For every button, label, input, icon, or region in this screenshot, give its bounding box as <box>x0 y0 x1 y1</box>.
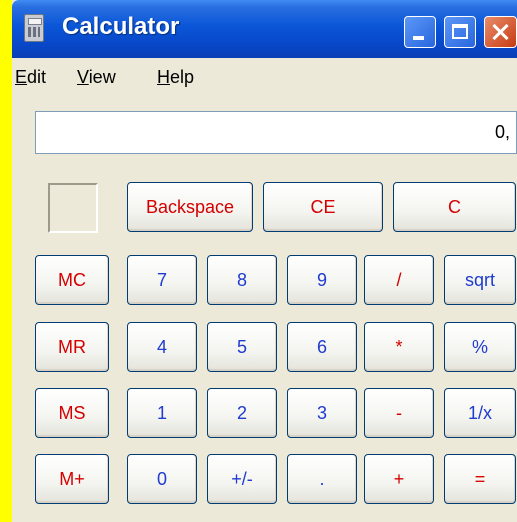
sign-label: +/- <box>231 469 253 489</box>
m-plus-button[interactable]: M+ <box>35 454 109 504</box>
backspace-label: Backspace <box>145 197 235 217</box>
digit-1-button[interactable]: 1 <box>127 388 197 438</box>
ms-label: MS <box>58 403 86 423</box>
maximize-icon <box>452 24 468 39</box>
equals-label: = <box>474 469 486 489</box>
multiply-button[interactable]: * <box>364 322 434 372</box>
digit-7-label: 7 <box>156 270 167 290</box>
digit-2-label: 2 <box>236 403 247 423</box>
digit-8-label: 8 <box>236 270 247 290</box>
calculator-window: Calculator Edit View Help 0, Backspace C… <box>12 0 517 522</box>
digit-0-button[interactable]: 0 <box>127 454 197 504</box>
add-button[interactable]: + <box>364 454 434 504</box>
ms-button[interactable]: MS <box>35 388 109 438</box>
multiply-label: * <box>395 337 403 357</box>
mc-label: MC <box>58 270 86 290</box>
subtract-label: - <box>396 403 402 423</box>
digit-0-label: 0 <box>156 469 167 489</box>
percent-label: % <box>471 337 488 357</box>
digit-1-label: 1 <box>156 403 167 423</box>
digit-5-label: 5 <box>236 337 247 357</box>
backspace-button[interactable]: Backspace <box>127 182 253 232</box>
digit-4-button[interactable]: 4 <box>127 322 197 372</box>
digit-9-button[interactable]: 9 <box>287 255 357 305</box>
menu-view[interactable]: View <box>77 67 116 88</box>
mr-button[interactable]: MR <box>35 322 109 372</box>
memory-indicator <box>48 183 98 233</box>
maximize-button[interactable] <box>444 16 476 48</box>
calculator-icon <box>24 14 44 42</box>
sign-button[interactable]: +/- <box>207 454 277 504</box>
ce-label: CE <box>310 197 336 217</box>
add-label: + <box>393 469 405 489</box>
close-icon <box>485 17 516 47</box>
digit-5-button[interactable]: 5 <box>207 322 277 372</box>
digit-2-button[interactable]: 2 <box>207 388 277 438</box>
c-label: C <box>448 197 461 217</box>
close-button[interactable] <box>484 16 517 48</box>
digit-7-button[interactable]: 7 <box>127 255 197 305</box>
digit-4-label: 4 <box>156 337 167 357</box>
m-plus-label: M+ <box>59 469 85 489</box>
minimize-button[interactable] <box>404 16 436 48</box>
reciprocal-label: 1/x <box>467 403 492 423</box>
reciprocal-button[interactable]: 1/x <box>444 388 516 438</box>
digit-6-button[interactable]: 6 <box>287 322 357 372</box>
result-display[interactable]: 0, <box>35 111 517 154</box>
menu-edit[interactable]: Edit <box>15 67 46 88</box>
decimal-label: . <box>319 469 325 489</box>
decimal-button[interactable]: . <box>287 454 357 504</box>
digit-6-label: 6 <box>316 337 327 357</box>
percent-button[interactable]: % <box>444 322 516 372</box>
mr-label: MR <box>58 337 86 357</box>
title-bar[interactable]: Calculator <box>12 0 517 58</box>
display-value: 0, <box>494 122 510 142</box>
sqrt-label: sqrt <box>464 270 495 290</box>
ce-button[interactable]: CE <box>263 182 383 232</box>
window-title: Calculator <box>62 13 180 40</box>
menu-help[interactable]: Help <box>157 67 194 88</box>
c-button[interactable]: C <box>393 182 516 232</box>
sqrt-button[interactable]: sqrt <box>444 255 516 305</box>
divide-label: / <box>396 270 402 290</box>
divide-button[interactable]: / <box>364 255 434 305</box>
subtract-button[interactable]: - <box>364 388 434 438</box>
digit-3-label: 3 <box>316 403 327 423</box>
mc-button[interactable]: MC <box>35 255 109 305</box>
equals-button[interactable]: = <box>444 454 516 504</box>
minimize-icon <box>413 36 424 40</box>
digit-3-button[interactable]: 3 <box>287 388 357 438</box>
digit-8-button[interactable]: 8 <box>207 255 277 305</box>
digit-9-label: 9 <box>316 270 327 290</box>
menu-bar: Edit View Help <box>12 58 517 98</box>
